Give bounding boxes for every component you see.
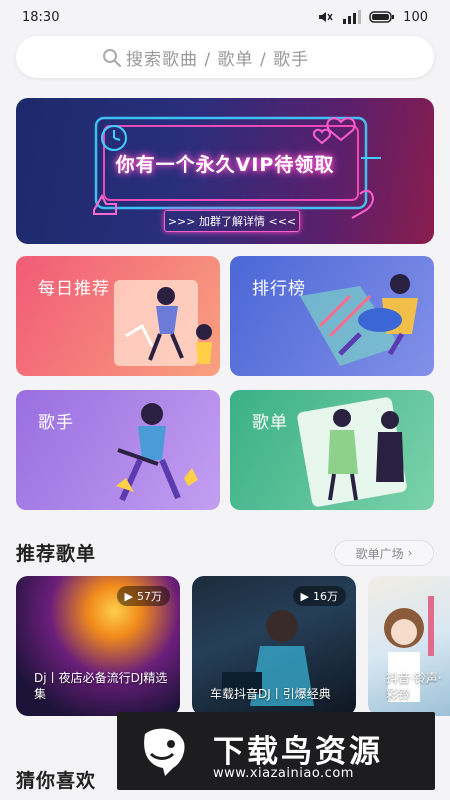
plaza-label: 歌单广场 [355,546,404,561]
category-singers[interactable]: 歌手 [16,390,220,510]
watermark-badge: 下载鸟资源 www.xiazainiao.com [117,712,435,790]
section-title-guess: 猜你喜欢 [16,770,97,792]
category-label: 歌手 [38,413,74,433]
watermark-url: www.xiazainiao.com [213,766,354,781]
search-icon [103,49,122,68]
watermark-title: 下载鸟资源 [213,734,383,770]
playlist-card[interactable]: 抖音·铃声·彩铃 [368,576,450,716]
battery-icon [369,11,395,23]
search-input[interactable]: 搜索歌曲 / 歌单 / 歌手 [126,45,309,70]
search-bar[interactable]: 搜索歌曲 / 歌单 / 歌手 [16,36,434,78]
status-icons: 100 [317,10,428,25]
banner-title: 你有一个永久VIP待领取 [115,154,335,176]
playlist-card[interactable]: ▶ 57万 Dj丨夜店必备流行DJ精选集 [16,576,180,716]
vip-banner[interactable]: 你有一个永久VIP待领取 >>> 加群了解详情 <<< [16,98,434,244]
playlist-card[interactable]: ▶ 16万 车载抖音DJ丨引爆经典 [192,576,356,716]
category-daily-recommend[interactable]: 每日推荐 [16,256,220,376]
play-icon: ▶ [124,589,133,603]
status-bar: 18:30 100 [0,0,450,34]
category-playlists[interactable]: 歌单 [230,390,434,510]
category-label: 每日推荐 [38,279,110,299]
playlist-name: 抖音·铃声·彩铃 [386,671,442,701]
battery-level: 100 [403,9,428,25]
chevron-right-icon: › [407,546,413,560]
playlist-name: 车载抖音DJ丨引爆经典 [210,687,331,701]
playlist-name: Dj丨夜店必备流行DJ精选集 [34,671,168,701]
category-label: 排行榜 [252,279,306,299]
banner-join-button[interactable]: >>> 加群了解详情 <<< [164,210,300,232]
section-title-recommend: 推荐歌单 [16,543,97,565]
play-count: ▶ 57万 [116,586,170,606]
bird-logo-icon [144,728,185,776]
status-time: 18:30 [22,9,60,25]
play-count: ▶ 16万 [292,586,346,606]
play-icon: ▶ [300,589,309,603]
category-label: 歌单 [252,413,288,433]
mute-icon [319,12,333,22]
category-charts[interactable]: 排行榜 [230,256,434,376]
signal-icon [343,10,362,24]
playlist-plaza-button[interactable]: 歌单广场 › [334,540,434,566]
